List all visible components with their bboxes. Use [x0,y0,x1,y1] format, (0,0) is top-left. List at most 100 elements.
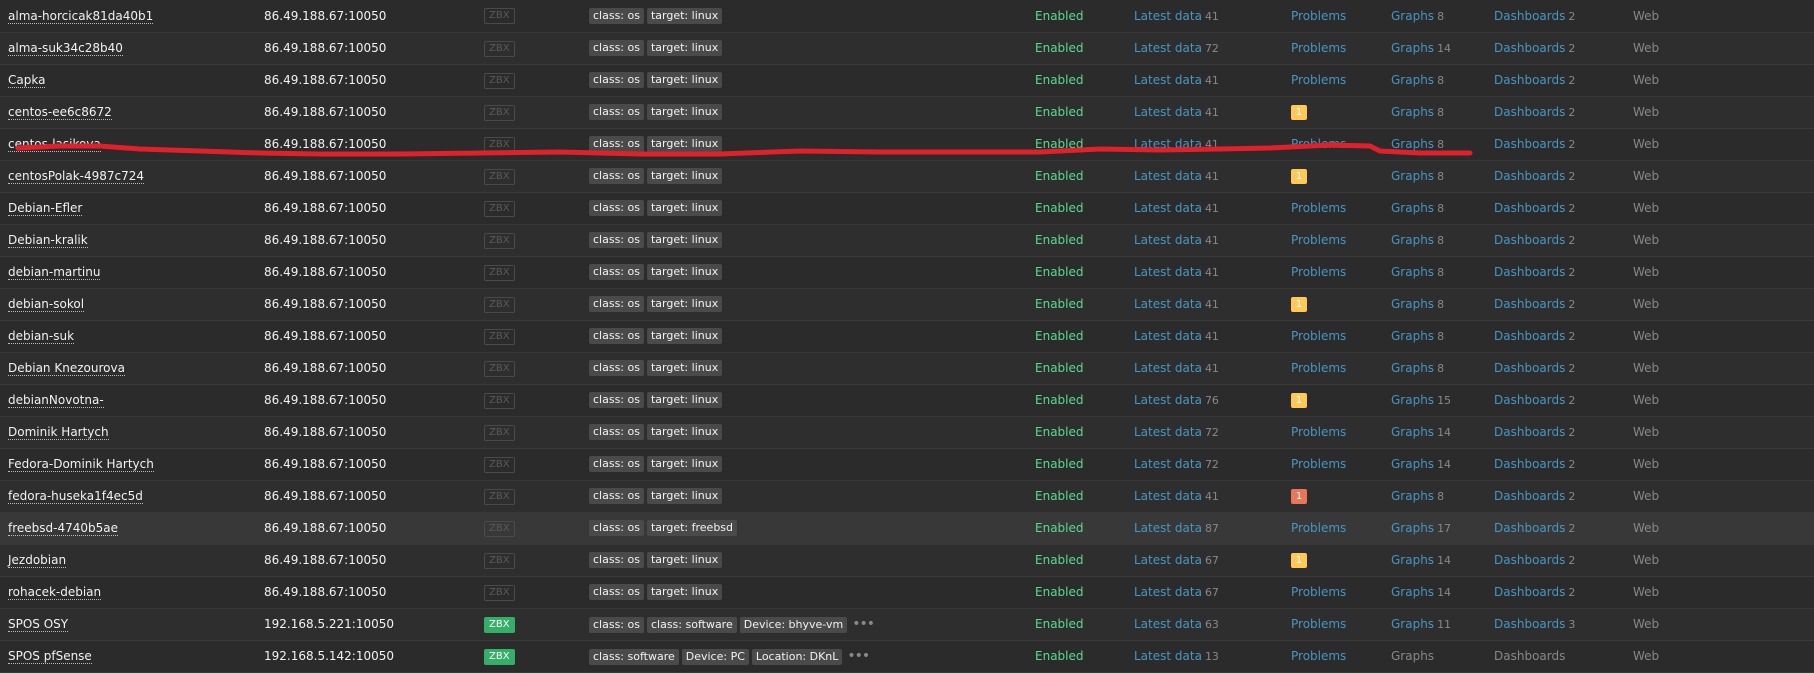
problems-link[interactable]: Problems [1291,265,1346,279]
graphs-link[interactable]: Graphs [1391,585,1434,599]
latest-data-link[interactable]: Latest data [1134,457,1202,471]
graphs-link[interactable]: Graphs [1391,41,1434,55]
host-name-link[interactable]: Debian Knezourova [8,361,125,376]
latest-data-link[interactable]: Latest data [1134,297,1202,311]
problem-count-badge[interactable]: 1 [1291,169,1307,184]
dashboards-link[interactable]: Dashboards [1494,137,1565,151]
host-name-link[interactable]: debian-martinu [8,265,101,280]
tag[interactable]: Location: DKnL [751,648,843,665]
latest-data-link[interactable]: Latest data [1134,233,1202,247]
problems-link[interactable]: Problems [1291,329,1346,343]
tag[interactable]: class: os [589,136,644,152]
problems-link[interactable]: Problems [1291,73,1346,87]
tag[interactable]: target: freebsd [646,520,738,536]
status-enabled-link[interactable]: Enabled [1035,649,1084,663]
host-name-link[interactable]: debianNovotna- [8,393,104,408]
problems-link[interactable]: Problems [1291,585,1346,599]
tag[interactable]: class: os [589,104,644,120]
dashboards-link[interactable]: Dashboards [1494,521,1565,535]
status-enabled-link[interactable]: Enabled [1035,457,1084,471]
tag[interactable]: class: os [589,584,644,600]
tag[interactable]: target: linux [646,40,723,56]
status-enabled-link[interactable]: Enabled [1035,617,1084,631]
host-name-link[interactable]: fedora-huseka1f4ec5d [8,489,143,504]
problems-link[interactable]: Problems [1291,649,1346,663]
zbx-availability-badge[interactable]: ZBX [484,456,515,473]
tag[interactable]: class: os [589,296,644,312]
tag[interactable]: class: os [589,360,644,376]
latest-data-link[interactable]: Latest data [1134,617,1202,631]
latest-data-link[interactable]: Latest data [1134,41,1202,55]
status-enabled-link[interactable]: Enabled [1035,169,1084,183]
tag[interactable]: target: linux [646,72,723,88]
graphs-link[interactable]: Graphs [1391,169,1434,183]
tag[interactable]: target: linux [646,552,723,568]
host-name-link[interactable]: alma-horcicak81da40b1 [8,8,154,24]
zbx-availability-badge[interactable]: ZBX [484,520,515,537]
status-enabled-link[interactable]: Enabled [1035,361,1084,375]
graphs-link[interactable]: Graphs [1391,137,1434,151]
dashboards-link[interactable]: Dashboards [1494,297,1565,311]
status-enabled-link[interactable]: Enabled [1035,73,1084,87]
status-enabled-link[interactable]: Enabled [1035,9,1084,23]
tag[interactable]: target: linux [646,296,723,312]
tag[interactable]: target: linux [646,104,723,120]
host-name-link[interactable]: freebsd-4740b5ae [8,521,119,536]
problem-count-badge[interactable]: 1 [1291,105,1307,120]
problem-count-badge[interactable]: 1 [1291,393,1307,408]
host-name-link[interactable]: centos-lasikova [8,137,101,152]
tag[interactable]: target: linux [646,7,723,24]
tag[interactable]: Device: bhyve-vm [739,616,848,633]
latest-data-link[interactable]: Latest data [1134,265,1202,279]
dashboards-link[interactable]: Dashboards [1494,41,1565,55]
problems-link[interactable]: Problems [1291,425,1346,439]
host-name-link[interactable]: Debian-kralik [8,233,88,248]
host-name-link[interactable]: debian-suk [8,329,75,344]
tag[interactable]: class: os [589,7,644,24]
more-tags-icon[interactable]: ••• [847,648,870,664]
dashboards-link[interactable]: Dashboards [1494,9,1565,23]
latest-data-link[interactable]: Latest data [1134,137,1202,151]
tag[interactable]: class: os [589,424,644,440]
graphs-link[interactable]: Graphs [1391,233,1434,247]
dashboards-link[interactable]: Dashboards [1494,265,1565,279]
latest-data-link[interactable]: Latest data [1134,9,1202,23]
problems-link[interactable]: Problems [1291,41,1346,55]
host-name-link[interactable]: SPOS pfSense [8,649,92,664]
tag[interactable]: class: os [589,488,644,504]
tag[interactable]: class: os [589,392,644,408]
problem-count-badge[interactable]: 1 [1291,489,1307,504]
graphs-link[interactable]: Graphs [1391,201,1434,215]
tag[interactable]: target: linux [646,392,723,408]
dashboards-link[interactable]: Dashboards [1494,361,1565,375]
zbx-availability-badge[interactable]: ZBX [484,104,515,121]
tag[interactable]: target: linux [646,584,723,600]
host-name-link[interactable]: Debian-Efler [8,201,83,216]
status-enabled-link[interactable]: Enabled [1035,105,1084,119]
tag[interactable]: target: linux [646,136,723,152]
zbx-availability-badge[interactable]: ZBX [484,72,515,89]
latest-data-link[interactable]: Latest data [1134,329,1202,343]
tag[interactable]: class: os [589,456,644,472]
host-name-link[interactable]: alma-suk34c28b40 [8,41,123,56]
graphs-link[interactable]: Graphs [1391,489,1434,503]
latest-data-link[interactable]: Latest data [1134,553,1202,567]
latest-data-link[interactable]: Latest data [1134,425,1202,439]
latest-data-link[interactable]: Latest data [1134,393,1202,407]
status-enabled-link[interactable]: Enabled [1035,297,1084,311]
tag[interactable]: class: os [589,168,644,184]
dashboards-link[interactable]: Dashboards [1494,489,1565,503]
problems-link[interactable]: Problems [1291,521,1346,535]
dashboards-link[interactable]: Dashboards [1494,585,1565,599]
problems-link[interactable]: Problems [1291,617,1346,631]
dashboards-link[interactable]: Dashboards [1494,73,1565,87]
status-enabled-link[interactable]: Enabled [1035,489,1084,503]
dashboards-link[interactable]: Dashboards [1494,169,1565,183]
graphs-link[interactable]: Graphs [1391,393,1434,407]
zbx-availability-badge[interactable]: ZBX [484,168,515,185]
more-tags-icon[interactable]: ••• [852,616,875,632]
problems-link[interactable]: Problems [1291,9,1346,23]
latest-data-link[interactable]: Latest data [1134,521,1202,535]
tag[interactable]: target: linux [646,168,723,184]
graphs-link[interactable]: Graphs [1391,617,1434,631]
